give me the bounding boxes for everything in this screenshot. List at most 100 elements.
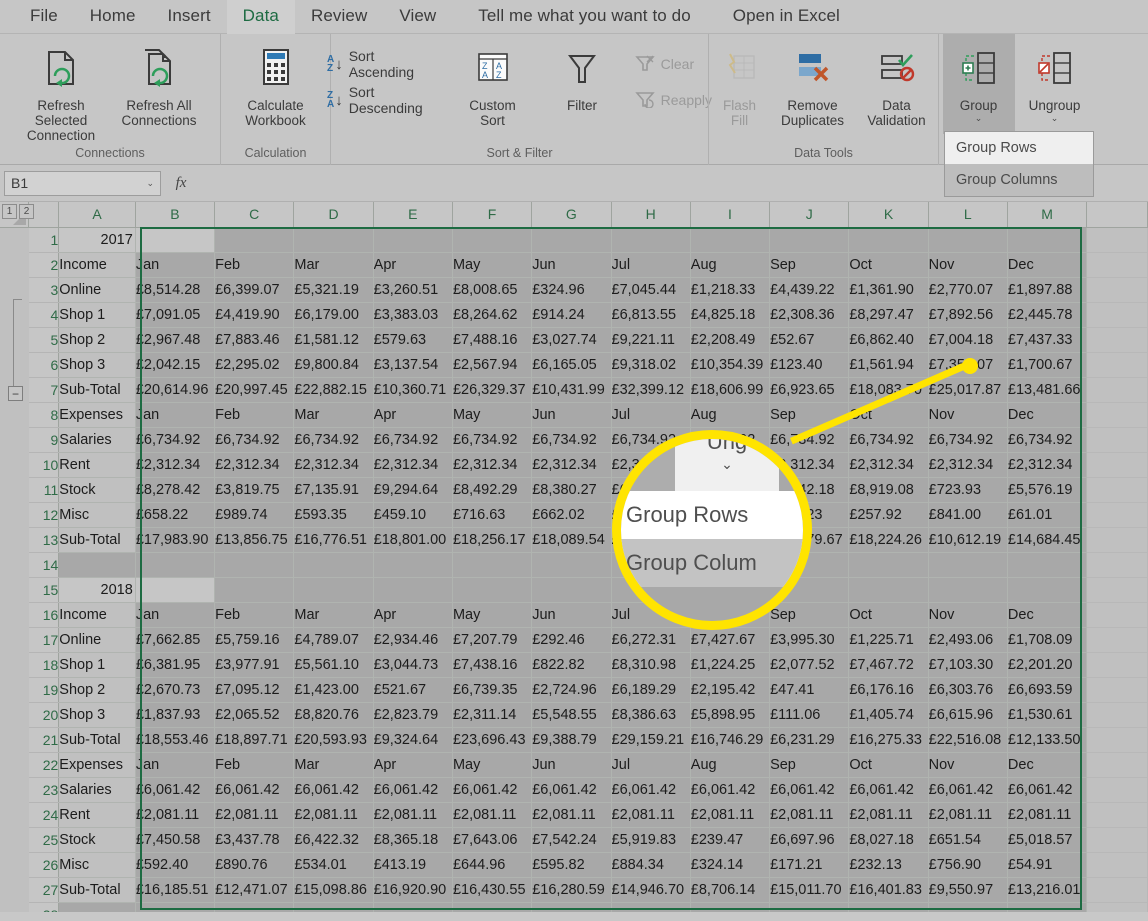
group-button[interactable]: Group ⌄ — [942, 34, 1015, 134]
cell-G13[interactable]: £18,089.54 — [531, 527, 612, 553]
cell-I23[interactable]: £6,061.42 — [690, 777, 771, 803]
cell-F21[interactable]: £23,696.43 — [452, 727, 533, 753]
cell-M22[interactable]: Dec — [1007, 752, 1088, 778]
cell-K12[interactable]: £257.92 — [848, 502, 929, 528]
cell-F12[interactable]: £716.63 — [452, 502, 533, 528]
cell-L13[interactable]: £10,612.19 — [928, 527, 1008, 553]
cell-K21[interactable]: £16,275.33 — [848, 727, 929, 753]
cell-G12[interactable]: £662.02 — [531, 502, 612, 528]
row-header-10[interactable]: 10 — [28, 452, 60, 478]
cell-K1[interactable] — [848, 227, 929, 253]
cell-C5[interactable]: £7,883.46 — [214, 327, 295, 353]
tab-insert[interactable]: Insert — [152, 0, 227, 34]
cell-G18[interactable]: £822.82 — [531, 652, 612, 678]
cell-E23[interactable]: £6,061.42 — [373, 777, 453, 803]
cell-J3[interactable]: £4,439.22 — [769, 277, 850, 303]
cell-G1[interactable] — [531, 227, 612, 253]
menu-item-group-rows[interactable]: Group Rows — [945, 132, 1093, 164]
cell-D28[interactable] — [293, 902, 374, 912]
refresh-all-connections-button[interactable]: Refresh All Connections — [110, 34, 208, 128]
row-header-25[interactable]: 25 — [28, 827, 60, 853]
cell-K5[interactable]: £6,862.40 — [848, 327, 929, 353]
cell-I25[interactable]: £239.47 — [690, 827, 771, 853]
cell-L5[interactable]: £7,004.18 — [928, 327, 1008, 353]
cell-M9[interactable]: £6,734.92 — [1007, 427, 1088, 453]
cell-overflow[interactable] — [1086, 702, 1148, 728]
cell-A7[interactable]: Sub-Total — [58, 377, 136, 403]
cell-M4[interactable]: £2,445.78 — [1007, 302, 1088, 328]
cell-I24[interactable]: £2,081.11 — [690, 802, 771, 828]
cell-B16[interactable]: Jan — [135, 602, 216, 628]
cell-C25[interactable]: £3,437.78 — [214, 827, 295, 853]
cell-M24[interactable]: £2,081.11 — [1007, 802, 1088, 828]
row-header-3[interactable]: 3 — [28, 277, 60, 303]
cell-A18[interactable]: Shop 1 — [58, 652, 136, 678]
cell-L2[interactable]: Nov — [928, 252, 1008, 278]
cell-K14[interactable] — [848, 552, 929, 578]
cell-A26[interactable]: Misc — [58, 852, 136, 878]
cell-A10[interactable]: Rent — [58, 452, 136, 478]
row-header-16[interactable]: 16 — [28, 602, 60, 628]
cell-B22[interactable]: Jan — [135, 752, 216, 778]
cell-J23[interactable]: £6,061.42 — [769, 777, 850, 803]
cell-J19[interactable]: £47.41 — [769, 677, 850, 703]
cell-L8[interactable]: Nov — [928, 402, 1008, 428]
cell-B17[interactable]: £7,662.85 — [135, 627, 216, 653]
row-header-14[interactable]: 14 — [28, 552, 60, 578]
cell-overflow[interactable] — [1086, 652, 1148, 678]
cell-overflow[interactable] — [1086, 377, 1148, 403]
row-header-21[interactable]: 21 — [28, 727, 60, 753]
row-header-24[interactable]: 24 — [28, 802, 60, 828]
cell-A11[interactable]: Stock — [58, 477, 136, 503]
cell-L11[interactable]: £723.93 — [928, 477, 1008, 503]
cell-B24[interactable]: £2,081.11 — [135, 802, 216, 828]
cell-F26[interactable]: £644.96 — [452, 852, 533, 878]
cell-C23[interactable]: £6,061.42 — [214, 777, 295, 803]
tell-me-search[interactable]: Tell me what you want to do — [452, 0, 716, 34]
cell-K26[interactable]: £232.13 — [848, 852, 929, 878]
cell-J27[interactable]: £15,011.70 — [769, 877, 850, 903]
cell-A17[interactable]: Online — [58, 627, 136, 653]
cell-F13[interactable]: £18,256.17 — [452, 527, 533, 553]
cell-I5[interactable]: £2,208.49 — [690, 327, 771, 353]
cell-F7[interactable]: £26,329.37 — [452, 377, 533, 403]
cell-G15[interactable] — [531, 577, 612, 603]
cell-C24[interactable]: £2,081.11 — [214, 802, 295, 828]
cell-B23[interactable]: £6,061.42 — [135, 777, 216, 803]
cell-overflow[interactable] — [1086, 327, 1148, 353]
col-header-L[interactable]: L — [928, 202, 1008, 228]
sort-ascending-button[interactable]: A Z ↓ Sort Ascending — [319, 46, 448, 82]
cell-K27[interactable]: £16,401.83 — [848, 877, 929, 903]
cell-overflow[interactable] — [1086, 677, 1148, 703]
cell-I26[interactable]: £324.14 — [690, 852, 771, 878]
cell-overflow[interactable] — [1086, 777, 1148, 803]
cell-F19[interactable]: £6,739.35 — [452, 677, 533, 703]
cell-D14[interactable] — [293, 552, 374, 578]
data-validation-button[interactable]: Data Validation — [855, 34, 939, 128]
cell-A28[interactable] — [58, 902, 136, 912]
cell-D23[interactable]: £6,061.42 — [293, 777, 374, 803]
cell-K23[interactable]: £6,061.42 — [848, 777, 929, 803]
cell-C14[interactable] — [214, 552, 295, 578]
row-header-5[interactable]: 5 — [28, 327, 60, 353]
cell-J2[interactable]: Sep — [769, 252, 850, 278]
row-header-11[interactable]: 11 — [28, 477, 60, 503]
cell-D18[interactable]: £5,561.10 — [293, 652, 374, 678]
cell-overflow[interactable] — [1086, 427, 1148, 453]
cell-E25[interactable]: £8,365.18 — [373, 827, 453, 853]
cell-F8[interactable]: May — [452, 402, 533, 428]
cell-A19[interactable]: Shop 2 — [58, 677, 136, 703]
cell-E19[interactable]: £521.67 — [373, 677, 453, 703]
cell-overflow[interactable] — [1086, 402, 1148, 428]
cell-A24[interactable]: Rent — [58, 802, 136, 828]
cell-G17[interactable]: £292.46 — [531, 627, 612, 653]
cell-L20[interactable]: £6,615.96 — [928, 702, 1008, 728]
cell-G8[interactable]: Jun — [531, 402, 612, 428]
cell-L27[interactable]: £9,550.97 — [928, 877, 1008, 903]
cell-E17[interactable]: £2,934.46 — [373, 627, 453, 653]
cell-G25[interactable]: £7,542.24 — [531, 827, 612, 853]
cell-E10[interactable]: £2,312.34 — [373, 452, 453, 478]
cell-F23[interactable]: £6,061.42 — [452, 777, 533, 803]
magnified-ungroup-button[interactable]: Ung ⌄ — [675, 439, 779, 491]
cell-B20[interactable]: £1,837.93 — [135, 702, 216, 728]
